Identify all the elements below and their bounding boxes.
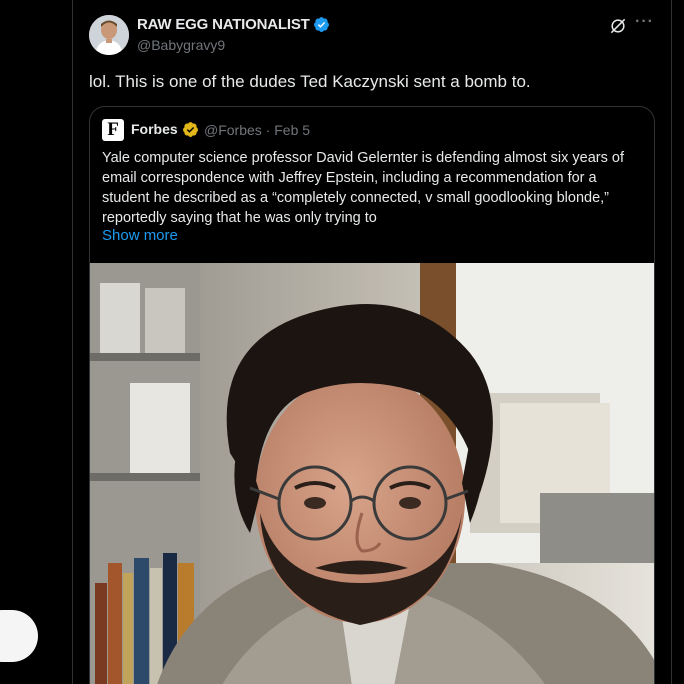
quoted-handle-date[interactable]: @Forbes · Feb 5: [204, 122, 310, 138]
avatar[interactable]: [89, 15, 129, 55]
author-name[interactable]: RAW EGG NATIONALIST: [137, 16, 310, 33]
gold-verified-badge-icon: [183, 122, 198, 137]
column-divider-right: [671, 0, 672, 684]
tweet[interactable]: RAW EGG NATIONALIST @Babygravy9 ··· lol.…: [73, 0, 671, 684]
tweet-text: lol. This is one of the dudes Ted Kaczyn…: [89, 72, 531, 91]
quoted-photo[interactable]: [90, 263, 654, 684]
page: RAW EGG NATIONALIST @Babygravy9 ··· lol.…: [0, 0, 684, 684]
author-handle[interactable]: @Babygravy9: [137, 37, 225, 53]
portrait-photo: [90, 263, 654, 684]
verified-badge-icon: [314, 17, 329, 32]
quoted-author-name[interactable]: Forbes: [131, 121, 178, 137]
forbes-logo[interactable]: F: [102, 119, 124, 141]
grok-icon[interactable]: [608, 16, 628, 36]
more-icon[interactable]: ···: [635, 14, 655, 34]
show-more-link[interactable]: Show more: [102, 227, 178, 244]
quoted-text: Yale computer science professor David Ge…: [102, 150, 624, 226]
quoted-tweet[interactable]: F Forbes @Forbes · Feb 5 Yale computer s…: [89, 106, 655, 684]
floating-pill-button[interactable]: [0, 610, 38, 662]
avatar-image: [89, 15, 129, 55]
